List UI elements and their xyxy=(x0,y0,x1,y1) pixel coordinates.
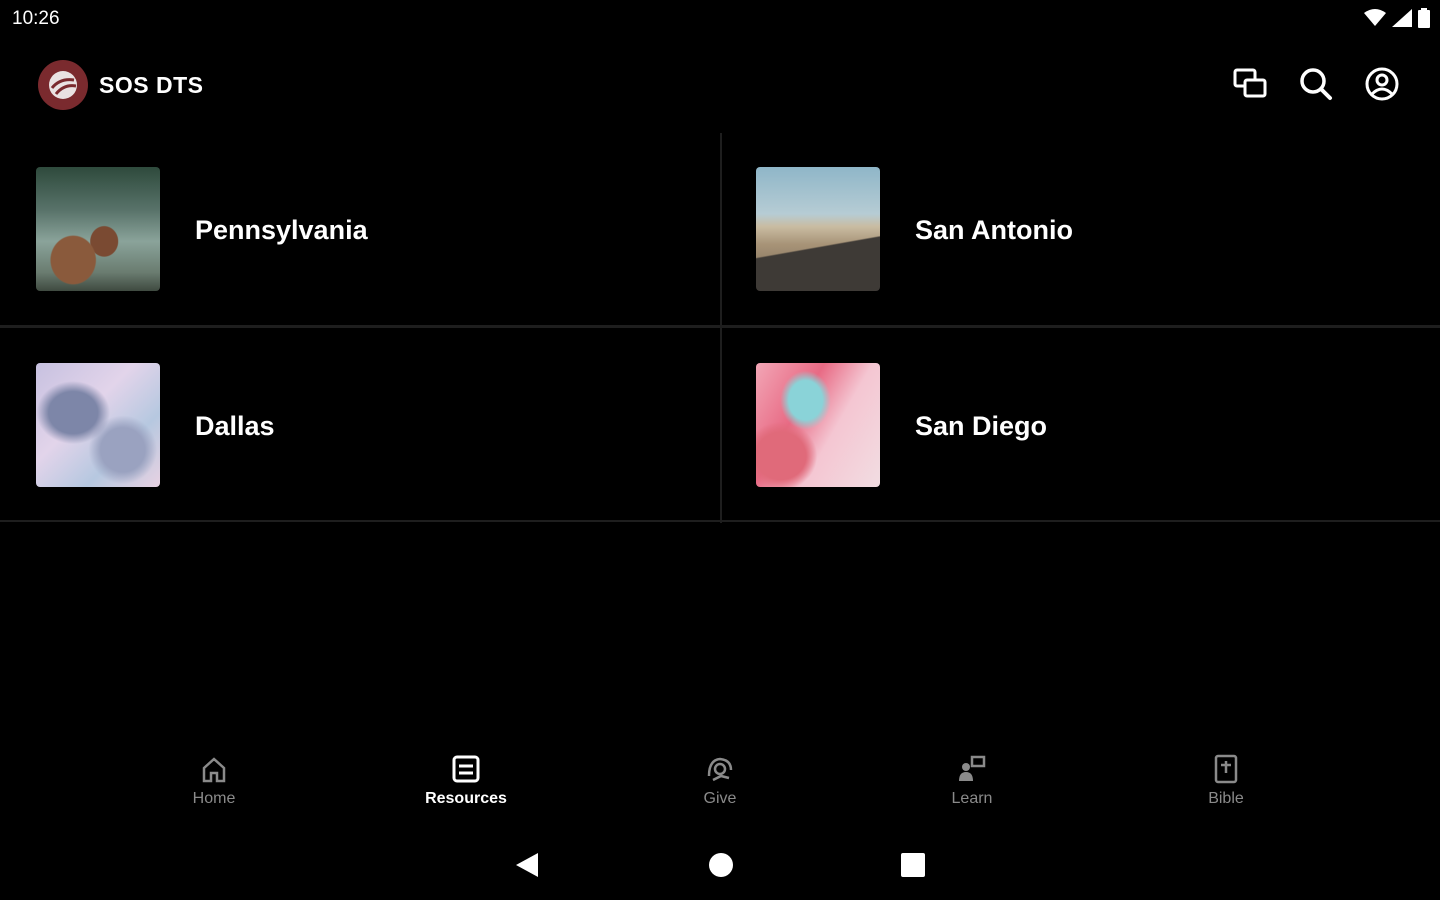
logo-icon xyxy=(49,71,77,99)
account-icon xyxy=(1365,67,1399,101)
tile-label: Dallas xyxy=(195,411,275,441)
battery-icon xyxy=(1418,8,1430,28)
status-icons xyxy=(1364,8,1430,28)
app-logo[interactable] xyxy=(38,60,88,110)
nav-give[interactable]: Give xyxy=(660,752,780,822)
nav-bible[interactable]: Bible xyxy=(1166,752,1286,822)
wifi-icon xyxy=(1364,9,1386,26)
nav-resources[interactable]: Resources xyxy=(406,752,526,822)
signal-icon xyxy=(1392,9,1412,27)
tile-san-diego[interactable]: San Diego xyxy=(720,329,1440,519)
grid-divider xyxy=(0,520,1440,522)
app-header: SOS DTS xyxy=(0,52,1440,118)
tile-thumbnail xyxy=(756,363,880,487)
tile-thumbnail xyxy=(36,167,160,291)
chat-icon xyxy=(1233,68,1267,98)
resources-icon xyxy=(449,752,483,786)
home-system-button[interactable] xyxy=(706,850,736,880)
bible-icon xyxy=(1209,752,1243,786)
nav-label: Give xyxy=(703,790,737,807)
tile-san-antonio[interactable]: San Antonio xyxy=(720,133,1440,323)
header-actions xyxy=(1232,66,1400,102)
status-bar: 10:26 xyxy=(0,0,1440,40)
nav-learn[interactable]: Learn xyxy=(912,752,1032,822)
recents-icon xyxy=(901,853,925,877)
nav-label: Resources xyxy=(425,790,507,807)
tile-label: San Antonio xyxy=(915,215,1073,245)
search-button[interactable] xyxy=(1298,66,1334,102)
system-nav xyxy=(0,840,1440,890)
tile-label: San Diego xyxy=(915,411,1048,441)
tile-pennsylvania[interactable]: Pennsylvania xyxy=(0,133,720,323)
search-icon xyxy=(1300,68,1332,100)
grid-divider xyxy=(0,325,1440,328)
nav-label: Bible xyxy=(1208,790,1244,807)
chat-button[interactable] xyxy=(1232,66,1268,102)
nav-label: Home xyxy=(192,790,236,807)
learn-icon xyxy=(955,752,989,786)
location-grid: Pennsylvania San Antonio Dallas San Dieg… xyxy=(0,133,1440,523)
bottom-nav: Home Resources Give Learn Bible xyxy=(0,752,1440,822)
app-title: SOS DTS xyxy=(99,72,204,98)
give-icon xyxy=(703,752,737,786)
home-circle-icon xyxy=(709,853,733,877)
tile-dallas[interactable]: Dallas xyxy=(0,329,720,519)
back-button[interactable] xyxy=(512,850,542,880)
tile-label: Pennsylvania xyxy=(195,215,368,245)
back-icon xyxy=(516,853,538,877)
tile-thumbnail xyxy=(36,363,160,487)
nav-label: Learn xyxy=(951,790,993,807)
account-button[interactable] xyxy=(1364,66,1400,102)
nav-home[interactable]: Home xyxy=(154,752,274,822)
recents-button[interactable] xyxy=(898,850,928,880)
tile-thumbnail xyxy=(756,167,880,291)
status-time: 10:26 xyxy=(12,8,60,29)
home-icon xyxy=(197,752,231,786)
